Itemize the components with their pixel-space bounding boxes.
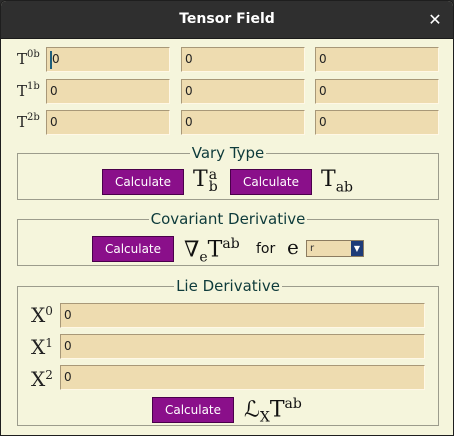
lie-expr: ℒXTab [244, 396, 302, 426]
row-label-t1: T1b [17, 81, 40, 100]
variable-select[interactable]: r ▼ [306, 240, 364, 257]
component-field-1-2[interactable]: 0 [315, 79, 439, 104]
vary-type-legend: Vary Type [189, 144, 267, 162]
component-field-1-1[interactable]: 0 [181, 79, 305, 104]
row-label-x1: X1 [31, 335, 53, 359]
lie-calculate-button[interactable]: Calculate [152, 397, 234, 423]
component-field-2-0[interactable]: 0 [46, 110, 170, 135]
component-field-2-1[interactable]: 0 [181, 110, 305, 135]
text-caret [50, 51, 52, 69]
component-field-2-2[interactable]: 0 [315, 110, 439, 135]
row-label-t0: T0b [17, 49, 40, 68]
tensor-field-window: Tensor Field ✕ T0b 0 0 0 T1b 0 0 0 T2b 0… [0, 0, 454, 436]
vary-type-calculate-button-1[interactable]: Calculate [102, 169, 184, 195]
covariant-expr: ∇eTab [184, 236, 240, 266]
vector-field-2[interactable]: 0 [60, 365, 425, 390]
title-bar[interactable]: Tensor Field ✕ [1, 1, 453, 39]
vector-field-0[interactable]: 0 [60, 303, 425, 328]
vary-type-expr-2: Tab [321, 167, 353, 196]
lie-derivative-legend: Lie Derivative [174, 277, 282, 295]
vary-type-calculate-button-2[interactable]: Calculate [230, 169, 312, 195]
vary-type-group: Vary Type [17, 144, 439, 200]
covariant-derivative-legend: Covariant Derivative [148, 210, 308, 228]
vary-type-expr-1: Tab [193, 167, 218, 195]
variable-label: e [287, 235, 299, 259]
row-label-x2: X2 [31, 367, 53, 391]
close-icon[interactable]: ✕ [427, 1, 443, 38]
component-field-0-2[interactable]: 0 [315, 47, 439, 72]
vector-field-1[interactable]: 0 [60, 334, 425, 359]
component-field-0-0[interactable]: 0 [46, 47, 170, 72]
component-field-1-0[interactable]: 0 [46, 79, 170, 104]
chevron-down-icon[interactable]: ▼ [351, 241, 363, 256]
covariant-calculate-button[interactable]: Calculate [92, 236, 174, 262]
component-field-0-1[interactable]: 0 [181, 47, 305, 72]
for-label: for [256, 241, 276, 257]
row-label-t2: T2b [17, 112, 40, 131]
row-label-x0: X0 [31, 303, 53, 327]
window-title: Tensor Field [179, 11, 275, 27]
